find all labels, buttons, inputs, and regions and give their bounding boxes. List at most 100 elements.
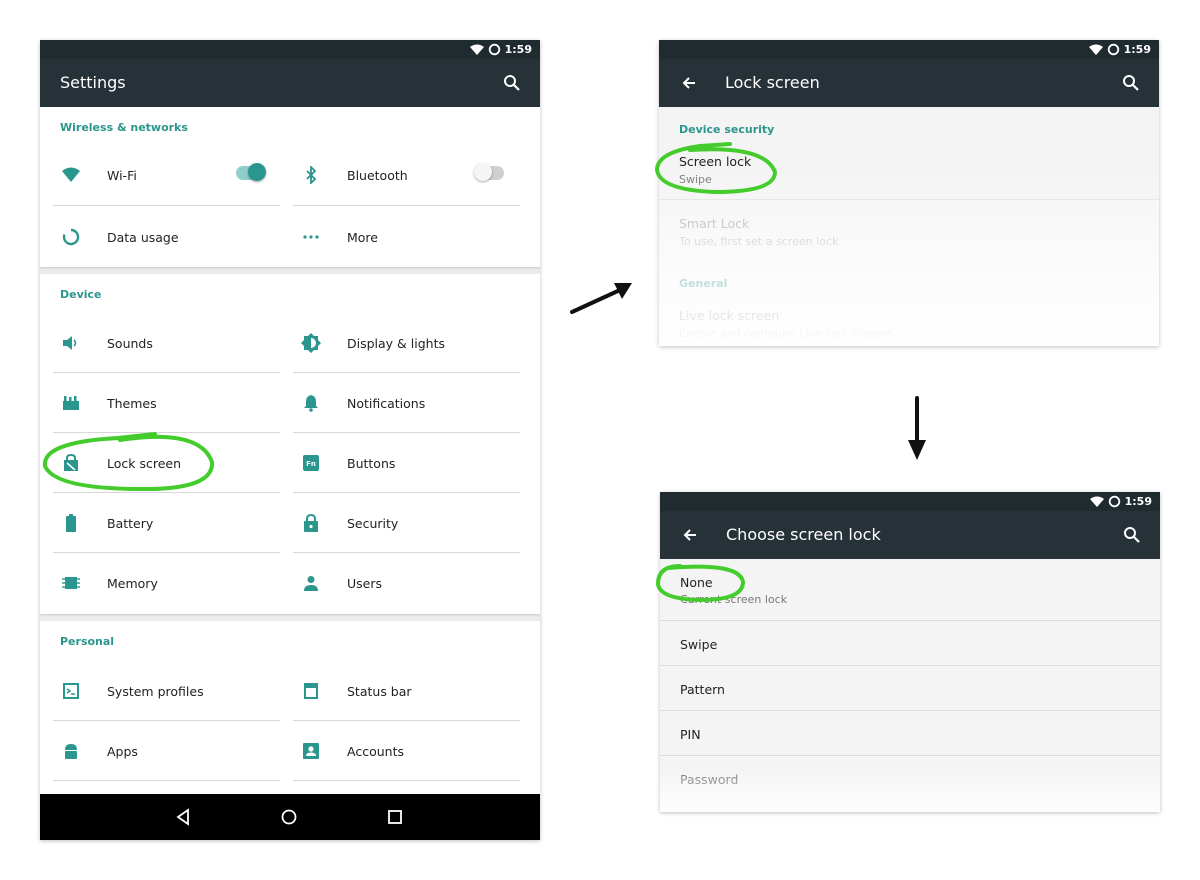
arrow-to-choose-lock <box>908 396 926 460</box>
home-circle-icon[interactable] <box>279 807 299 827</box>
tile-notifications[interactable]: Notifications <box>293 373 520 433</box>
screen-lock-item[interactable]: Screen lock Swipe <box>679 154 751 186</box>
live-lock-screen-item[interactable]: Live lock screen Enable and configure Li… <box>679 308 893 340</box>
more-icon <box>301 227 321 247</box>
tile-status-bar[interactable]: Status bar <box>293 661 520 721</box>
tile-sounds[interactable]: Sounds <box>53 313 280 373</box>
brightness-icon <box>301 333 321 353</box>
lock-option-password-label: Password <box>680 772 739 787</box>
page-title: Lock screen <box>725 73 820 92</box>
bluetooth-toggle[interactable] <box>474 163 504 181</box>
tile-lock-screen[interactable]: Lock screen <box>53 433 280 493</box>
smart-lock-title: Smart Lock <box>679 216 750 231</box>
search-icon[interactable] <box>1121 73 1141 93</box>
tile-users[interactable]: Users <box>293 553 520 613</box>
tile-system-profiles[interactable]: System profiles <box>53 661 280 721</box>
android-icon <box>61 741 81 761</box>
padlock-icon <box>301 513 321 533</box>
lock-option-none[interactable]: None Current screen lock <box>660 559 1160 621</box>
tile-memory[interactable]: Memory <box>53 553 280 613</box>
device-card: Device Sounds Display & lights Themes No… <box>40 274 540 614</box>
battery-ring-icon <box>1108 495 1120 508</box>
battery-icon <box>61 513 81 533</box>
tile-bluetooth[interactable]: Bluetooth <box>293 144 520 206</box>
tile-security[interactable]: Security <box>293 493 520 553</box>
data-usage-icon <box>61 227 81 247</box>
tile-accounts[interactable]: Accounts <box>293 721 520 781</box>
back-arrow-icon[interactable] <box>680 525 700 545</box>
smart-lock-item: Smart Lock To use, first set a screen lo… <box>679 216 838 248</box>
lock-screen-screen: 1:59 Lock screen Device security Screen … <box>659 40 1159 346</box>
tile-label-security: Security <box>347 515 399 531</box>
bluetooth-icon <box>301 165 321 185</box>
lock-option-pattern-label: Pattern <box>680 682 725 697</box>
battery-ring-icon <box>488 43 500 56</box>
back-arrow-icon[interactable] <box>679 73 699 93</box>
fn-key-icon: Fn <box>301 453 321 473</box>
lock-option-none-title: None <box>680 575 713 590</box>
tile-label-display: Display & lights <box>347 335 445 351</box>
divider <box>659 199 1159 200</box>
tile-label-users: Users <box>347 575 383 591</box>
status-bar: 1:59 <box>660 492 1160 511</box>
tile-more[interactable]: More <box>293 207 520 267</box>
tile-apps[interactable]: Apps <box>53 721 280 781</box>
tile-label-sounds: Sounds <box>107 335 153 351</box>
tile-label-lock-screen: Lock screen <box>107 455 182 471</box>
tile-label-wifi: Wi-Fi <box>107 167 137 183</box>
tile-label-data-usage: Data usage <box>107 229 179 245</box>
section-header-wireless: Wireless & networks <box>60 121 188 134</box>
tile-display[interactable]: Display & lights <box>293 313 520 373</box>
tile-data-usage[interactable]: Data usage <box>53 207 280 267</box>
lock-option-pin-label: PIN <box>680 727 701 742</box>
tile-battery[interactable]: Battery <box>53 493 280 553</box>
wifi-toggle[interactable] <box>236 163 266 181</box>
lock-screen-preferences: Device security Screen lock Swipe Smart … <box>659 107 1159 346</box>
choose-lock-toolbar: Choose screen lock <box>660 511 1160 559</box>
profiles-icon <box>61 681 81 701</box>
search-icon[interactable] <box>1122 525 1142 545</box>
tile-label-system-profiles: System profiles <box>107 683 204 699</box>
wifi-toggle-knob <box>248 163 266 181</box>
status-time: 1:59 <box>504 43 532 56</box>
status-time: 1:59 <box>1124 495 1152 508</box>
navigation-bar <box>40 794 540 840</box>
tile-themes[interactable]: Themes <box>53 373 280 433</box>
page-title: Settings <box>60 73 126 92</box>
wifi-signal-icon <box>1088 44 1103 55</box>
section-header-general: General <box>679 277 728 290</box>
lock-screen-toolbar: Lock screen <box>659 59 1159 107</box>
lock-option-swipe[interactable]: Swipe <box>660 621 1160 666</box>
choose-screen-lock-screen: 1:59 Choose screen lock None Current scr… <box>660 492 1160 812</box>
status-time: 1:59 <box>1123 43 1151 56</box>
bluetooth-toggle-knob <box>474 163 492 181</box>
themes-icon <box>61 393 81 413</box>
lock-option-pin[interactable]: PIN <box>660 711 1160 756</box>
status-bar: 1:59 <box>659 40 1159 59</box>
section-header-personal: Personal <box>60 635 115 648</box>
lock-option-swipe-label: Swipe <box>680 637 718 652</box>
screen-lock-summary: Swipe <box>679 173 712 186</box>
screen-lock-title: Screen lock <box>679 154 752 169</box>
person-icon <box>301 573 321 593</box>
search-icon[interactable] <box>502 73 522 93</box>
svg-text:Fn: Fn <box>306 460 316 468</box>
volume-icon <box>61 333 81 353</box>
personal-card: Personal System profiles Status bar Apps… <box>40 621 540 801</box>
recents-square-icon[interactable] <box>385 807 405 827</box>
live-lock-title: Live lock screen <box>679 308 780 323</box>
tile-label-buttons: Buttons <box>347 455 396 471</box>
tile-buttons[interactable]: Fn Buttons <box>293 433 520 493</box>
back-triangle-icon[interactable] <box>173 807 193 827</box>
lock-option-password[interactable]: Password <box>660 756 1160 801</box>
tile-label-apps: Apps <box>107 743 138 759</box>
arrow-to-lock-screen <box>570 283 632 314</box>
status-bar: 1:59 <box>40 40 540 59</box>
page-title: Choose screen lock <box>726 525 881 544</box>
status-bar-icon <box>301 681 321 701</box>
tile-label-memory: Memory <box>107 575 158 591</box>
lock-option-pattern[interactable]: Pattern <box>660 666 1160 711</box>
bell-icon <box>301 393 321 413</box>
tile-label-themes: Themes <box>107 395 157 411</box>
tile-wifi[interactable]: Wi-Fi <box>53 144 280 206</box>
